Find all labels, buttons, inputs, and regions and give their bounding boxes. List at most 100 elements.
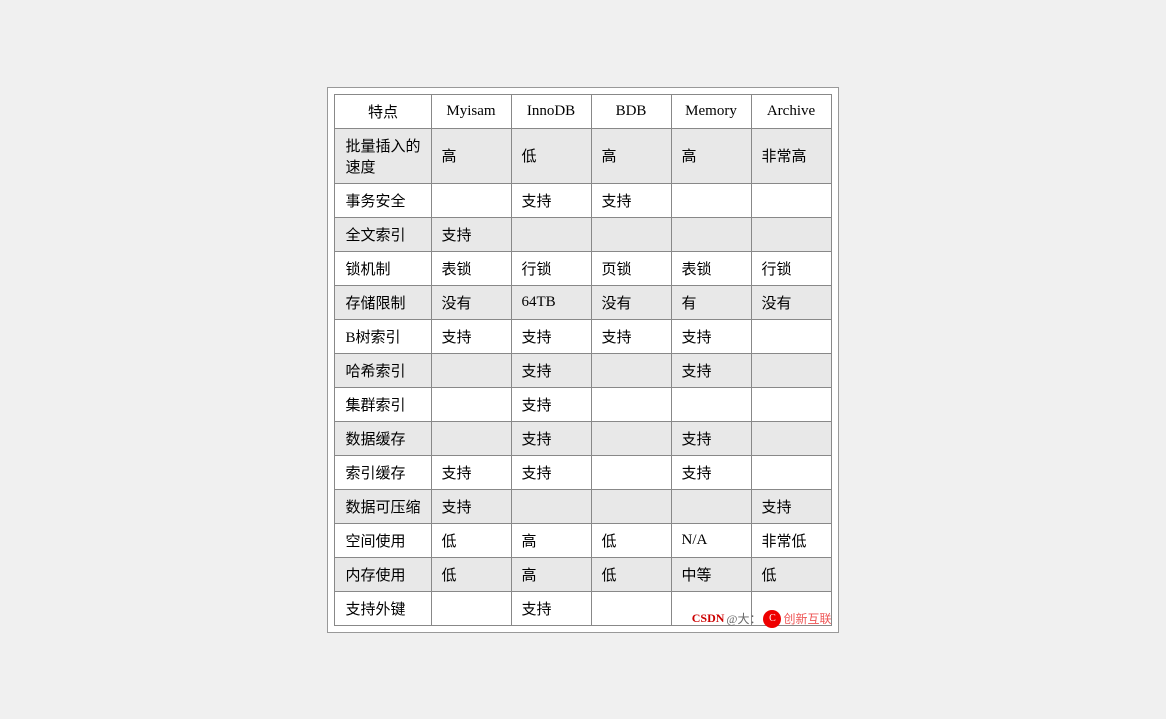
cell-10-3	[591, 489, 671, 523]
cell-2-3	[591, 217, 671, 251]
header-4: Memory	[671, 94, 751, 128]
cell-0-0: 批量插入的速度	[335, 128, 431, 183]
table-row: 空间使用低高低N/A非常低	[335, 523, 831, 557]
page-wrapper: 特点MyisamInnoDBBDBMemoryArchive 批量插入的速度高低…	[327, 87, 838, 633]
cell-0-4: 高	[671, 128, 751, 183]
cell-3-1: 表锁	[431, 251, 511, 285]
cell-9-0: 索引缓存	[335, 455, 431, 489]
cell-3-0: 锁机制	[335, 251, 431, 285]
comparison-table: 特点MyisamInnoDBBDBMemoryArchive 批量插入的速度高低…	[334, 94, 831, 626]
cell-0-5: 非常高	[751, 128, 831, 183]
watermark-at: @大：	[726, 610, 761, 627]
cell-13-2: 支持	[511, 591, 591, 625]
table-row: 存储限制没有64TB没有有没有	[335, 285, 831, 319]
table-row: 集群索引 支持	[335, 387, 831, 421]
cell-4-2: 64TB	[511, 285, 591, 319]
header-2: InnoDB	[511, 94, 591, 128]
cell-3-2: 行锁	[511, 251, 591, 285]
cell-1-3: 支持	[591, 183, 671, 217]
cell-1-0: 事务安全	[335, 183, 431, 217]
cell-1-2: 支持	[511, 183, 591, 217]
cell-4-0: 存储限制	[335, 285, 431, 319]
cell-2-0: 全文索引	[335, 217, 431, 251]
cell-7-5	[751, 387, 831, 421]
cell-6-2: 支持	[511, 353, 591, 387]
cell-7-1	[431, 387, 511, 421]
cell-2-4	[671, 217, 751, 251]
table-row: 数据缓存 支持 支持	[335, 421, 831, 455]
table-row: 数据可压缩支持支持	[335, 489, 831, 523]
cell-11-5: 非常低	[751, 523, 831, 557]
watermark-chuang: 创新互联	[783, 610, 831, 627]
cell-6-0: 哈希索引	[335, 353, 431, 387]
cell-9-4: 支持	[671, 455, 751, 489]
cell-12-1: 低	[431, 557, 511, 591]
cell-2-2	[511, 217, 591, 251]
cell-7-2: 支持	[511, 387, 591, 421]
cell-11-3: 低	[591, 523, 671, 557]
cell-5-0: B树索引	[335, 319, 431, 353]
header-0: 特点	[335, 94, 431, 128]
header-5: Archive	[751, 94, 831, 128]
cell-13-0: 支持外键	[335, 591, 431, 625]
cell-11-1: 低	[431, 523, 511, 557]
table-row: 内存使用低高低中等低	[335, 557, 831, 591]
cell-1-5	[751, 183, 831, 217]
table-header-row: 特点MyisamInnoDBBDBMemoryArchive	[335, 94, 831, 128]
cell-12-5: 低	[751, 557, 831, 591]
cell-11-0: 空间使用	[335, 523, 431, 557]
cell-9-2: 支持	[511, 455, 591, 489]
cell-0-2: 低	[511, 128, 591, 183]
cell-9-1: 支持	[431, 455, 511, 489]
cell-4-3: 没有	[591, 285, 671, 319]
cell-6-1	[431, 353, 511, 387]
cell-4-1: 没有	[431, 285, 511, 319]
cell-12-0: 内存使用	[335, 557, 431, 591]
cell-13-3	[591, 591, 671, 625]
cell-9-5	[751, 455, 831, 489]
cell-6-5	[751, 353, 831, 387]
cell-8-1	[431, 421, 511, 455]
cell-9-3	[591, 455, 671, 489]
cell-0-3: 高	[591, 128, 671, 183]
cell-11-4: N/A	[671, 523, 751, 557]
cell-3-3: 页锁	[591, 251, 671, 285]
table-row: B树索引支持支持支持支持	[335, 319, 831, 353]
cell-10-4	[671, 489, 751, 523]
header-3: BDB	[591, 94, 671, 128]
cell-5-4: 支持	[671, 319, 751, 353]
watermark: CSDN @大： C 创新互联	[692, 610, 832, 628]
cell-8-5	[751, 421, 831, 455]
cell-10-1: 支持	[431, 489, 511, 523]
cell-3-4: 表锁	[671, 251, 751, 285]
cell-12-3: 低	[591, 557, 671, 591]
header-1: Myisam	[431, 94, 511, 128]
cell-10-0: 数据可压缩	[335, 489, 431, 523]
cell-8-4: 支持	[671, 421, 751, 455]
table-row: 全文索引支持	[335, 217, 831, 251]
cell-13-1	[431, 591, 511, 625]
cell-8-0: 数据缓存	[335, 421, 431, 455]
watermark-icon: C	[763, 610, 781, 628]
cell-5-2: 支持	[511, 319, 591, 353]
cell-2-5	[751, 217, 831, 251]
cell-5-1: 支持	[431, 319, 511, 353]
cell-12-2: 高	[511, 557, 591, 591]
cell-4-4: 有	[671, 285, 751, 319]
cell-2-1: 支持	[431, 217, 511, 251]
cell-7-4	[671, 387, 751, 421]
table-row: 批量插入的速度高低高高非常高	[335, 128, 831, 183]
cell-7-0: 集群索引	[335, 387, 431, 421]
cell-5-3: 支持	[591, 319, 671, 353]
table-row: 锁机制表锁行锁页锁表锁行锁	[335, 251, 831, 285]
cell-6-4: 支持	[671, 353, 751, 387]
cell-1-4	[671, 183, 751, 217]
cell-4-5: 没有	[751, 285, 831, 319]
cell-7-3	[591, 387, 671, 421]
cell-10-5: 支持	[751, 489, 831, 523]
cell-12-4: 中等	[671, 557, 751, 591]
cell-0-1: 高	[431, 128, 511, 183]
cell-3-5: 行锁	[751, 251, 831, 285]
cell-6-3	[591, 353, 671, 387]
cell-8-2: 支持	[511, 421, 591, 455]
